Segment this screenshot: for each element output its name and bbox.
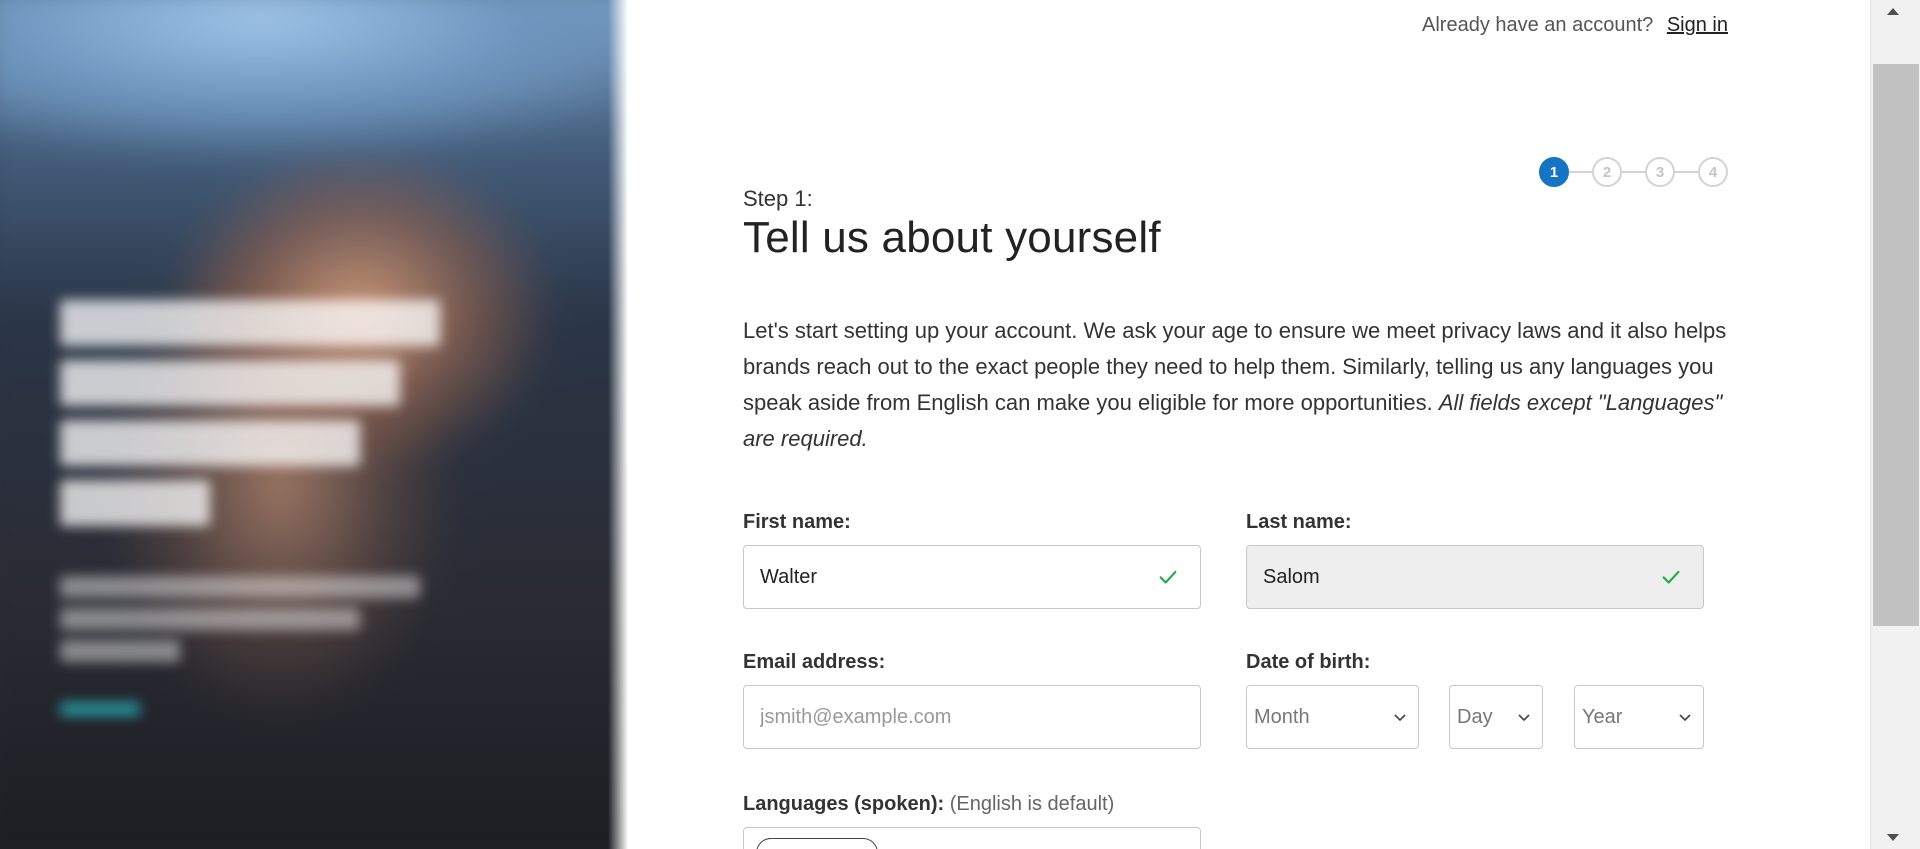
step-1-indicator: 1 xyxy=(1539,157,1569,187)
languages-label: Languages (spoken): (English is default) xyxy=(743,793,1114,816)
step-connector xyxy=(1569,171,1592,173)
step-4-indicator: 4 xyxy=(1698,157,1728,187)
signin-prompt: Already have an account? Sign in xyxy=(1422,14,1728,37)
sign-in-link[interactable]: Sign in xyxy=(1667,14,1728,36)
languages-label-text: Languages (spoken): xyxy=(743,793,945,815)
intro-text: Let's start setting up your account. We … xyxy=(743,313,1728,457)
step-2-indicator: 2 xyxy=(1592,157,1622,187)
first-name-field[interactable] xyxy=(743,545,1201,609)
check-icon xyxy=(1159,570,1177,584)
language-chip[interactable] xyxy=(756,838,878,849)
hero-image xyxy=(0,0,628,849)
languages-hint: (English is default) xyxy=(949,793,1115,815)
dob-label: Date of birth: xyxy=(1246,651,1371,673)
dob-year-value: Year xyxy=(1582,705,1623,728)
already-have-account-text: Already have an account? xyxy=(1422,14,1654,36)
chevron-down-icon xyxy=(1679,714,1691,722)
first-name-label: First name: xyxy=(743,511,851,533)
dob-day-select[interactable]: Day xyxy=(1449,685,1543,749)
step-connector xyxy=(1622,171,1645,173)
progress-stepper: 1 2 3 4 xyxy=(1539,157,1728,187)
vertical-scrollbar[interactable] xyxy=(1870,0,1920,849)
chevron-down-icon xyxy=(1394,714,1406,722)
dob-day-value: Day xyxy=(1457,705,1493,728)
step-connector xyxy=(1675,171,1698,173)
languages-field[interactable] xyxy=(743,827,1201,849)
email-label: Email address: xyxy=(743,651,886,673)
email-field[interactable] xyxy=(743,685,1201,749)
check-icon xyxy=(1662,570,1680,584)
step-label: Step 1: xyxy=(743,186,813,211)
dob-month-value: Month xyxy=(1254,705,1310,728)
dob-month-select[interactable]: Month xyxy=(1246,685,1419,749)
scrollbar-thumb[interactable] xyxy=(1873,64,1919,626)
scroll-down-arrow-icon[interactable] xyxy=(1887,834,1899,841)
page-title: Tell us about yourself xyxy=(743,213,1161,262)
last-name-label: Last name: xyxy=(1246,511,1352,533)
scroll-up-arrow-icon[interactable] xyxy=(1887,8,1899,15)
last-name-field[interactable] xyxy=(1246,545,1704,609)
chevron-down-icon xyxy=(1518,714,1530,722)
dob-year-select[interactable]: Year xyxy=(1574,685,1704,749)
step-3-indicator: 3 xyxy=(1645,157,1675,187)
